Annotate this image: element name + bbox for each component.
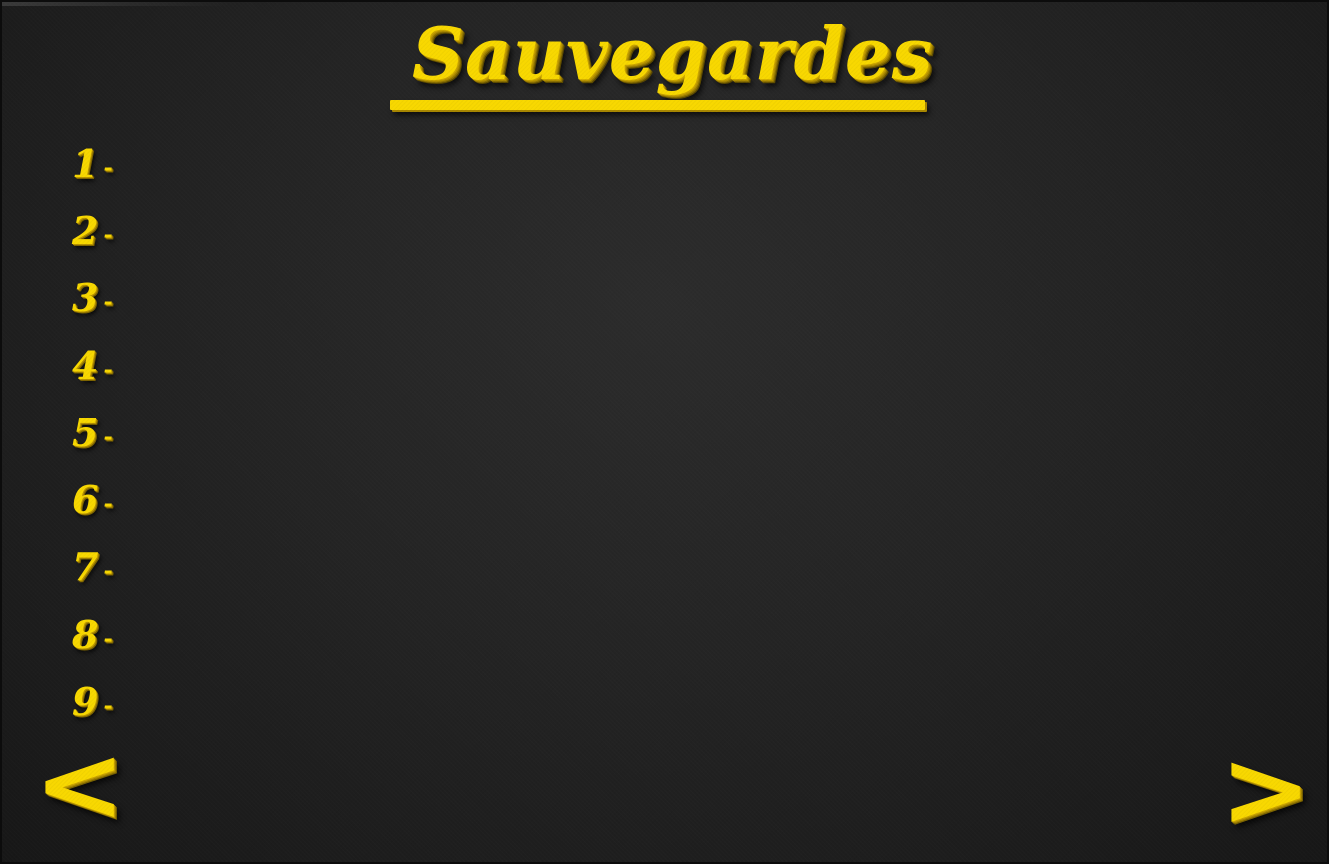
slot-number: 5 <box>72 409 99 455</box>
save-slot-8[interactable]: 8 - <box>72 601 127 668</box>
save-slot-4[interactable]: 4 - <box>72 332 127 399</box>
top-edge-highlight <box>2 2 232 6</box>
page-title: Sauvegardes <box>412 11 934 96</box>
slot-separator: - <box>103 423 113 450</box>
previous-page-button[interactable]: < <box>34 732 125 836</box>
next-page-button[interactable]: > <box>1220 737 1311 841</box>
slot-number: 9 <box>72 679 99 725</box>
save-slot-7[interactable]: 7 - <box>72 534 127 601</box>
slot-separator: - <box>103 558 113 585</box>
slot-number: 1 <box>72 140 99 186</box>
save-menu-screen: Sauvegardes 1 - 2 - 3 - 4 - 5 - 6 - 7 - … <box>0 0 1329 864</box>
save-slot-5[interactable]: 5 - <box>72 399 127 466</box>
slot-separator: - <box>103 491 113 518</box>
slot-number: 8 <box>72 611 99 657</box>
slot-separator: - <box>103 289 113 316</box>
save-slot-list: 1 - 2 - 3 - 4 - 5 - 6 - 7 - 8 - 9 - <box>72 130 127 736</box>
title-banner: Sauvegardes <box>382 12 932 132</box>
slot-separator: - <box>103 221 113 248</box>
slot-separator: - <box>103 625 113 652</box>
save-slot-3[interactable]: 3 - <box>72 265 127 332</box>
save-slot-6[interactable]: 6 - <box>72 466 127 533</box>
slot-number: 4 <box>72 342 99 388</box>
title-underline <box>390 100 925 110</box>
slot-separator: - <box>103 693 113 720</box>
save-slot-1[interactable]: 1 - <box>72 130 127 197</box>
slot-separator: - <box>103 154 113 181</box>
slot-number: 7 <box>72 544 99 590</box>
slot-separator: - <box>103 356 113 383</box>
slot-number: 2 <box>72 207 99 253</box>
slot-number: 3 <box>72 275 99 321</box>
slot-number: 6 <box>72 477 99 523</box>
save-slot-2[interactable]: 2 - <box>72 197 127 264</box>
